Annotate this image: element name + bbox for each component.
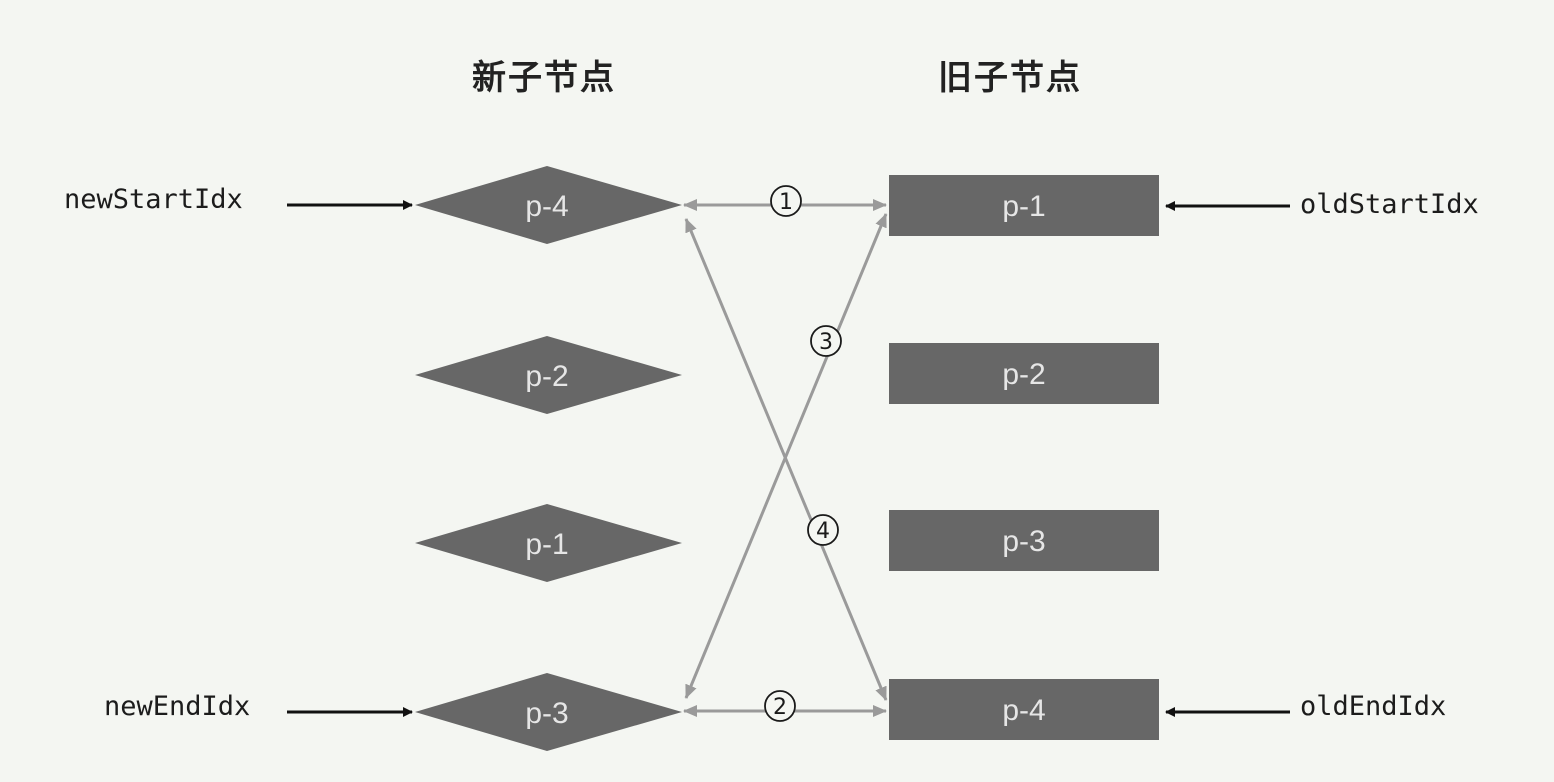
diff-diagram: 1 2 3 4 p-4 p-2 p-1 p-3 p-1 p-2 p-3 p-4	[287, 166, 1290, 751]
old-node-p-3: p-3	[889, 510, 1159, 571]
svg-text:4: 4	[816, 519, 830, 544]
old-node-p-1: p-1	[889, 175, 1159, 236]
svg-text:p-4: p-4	[525, 190, 568, 223]
svg-text:1: 1	[779, 190, 793, 215]
svg-text:p-2: p-2	[525, 360, 568, 393]
svg-text:p-1: p-1	[525, 528, 568, 561]
new-node-p-1: p-1	[415, 504, 682, 582]
old-node-p-4: p-4	[889, 679, 1159, 740]
old-node-p-2: p-2	[889, 343, 1159, 404]
svg-text:2: 2	[773, 695, 787, 720]
svg-text:p-3: p-3	[1002, 525, 1045, 558]
new-node-p-3: p-3	[415, 673, 682, 751]
step-marker-1: 1	[770, 185, 802, 217]
new-node-p-4: p-4	[415, 166, 682, 244]
new-node-p-2: p-2	[415, 336, 682, 414]
svg-text:p-4: p-4	[1002, 694, 1045, 727]
svg-text:p-1: p-1	[1002, 190, 1045, 223]
svg-text:p-2: p-2	[1002, 358, 1045, 391]
svg-text:p-3: p-3	[525, 697, 568, 730]
step-marker-3: 3	[810, 325, 842, 357]
step-marker-4: 4	[807, 514, 839, 546]
step-marker-2: 2	[764, 690, 796, 722]
svg-text:3: 3	[819, 330, 833, 355]
